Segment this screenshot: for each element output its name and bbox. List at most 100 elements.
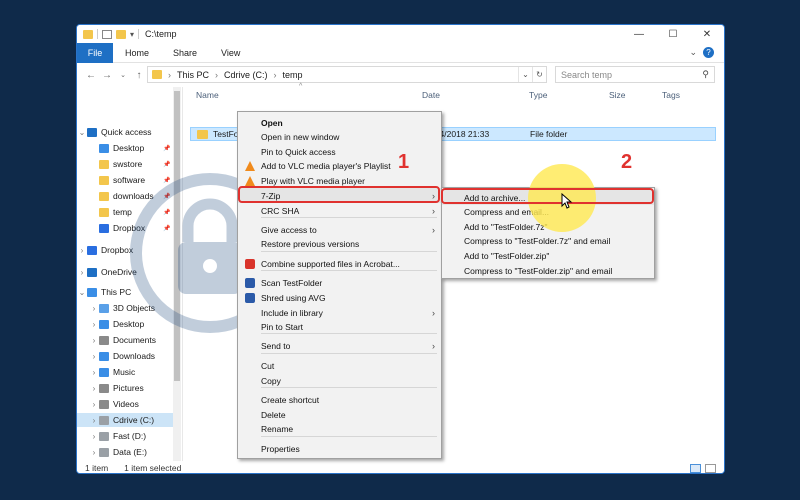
sidebar-item-data-e[interactable]: › Data (E:) [77,445,173,459]
sidebar-item-this-pc[interactable]: ⌄ This PC [77,285,173,299]
sidebar-scrollbar[interactable] [173,87,181,461]
menu-item-pin-to-start[interactable]: Pin to Start [238,319,441,334]
chevron-icon[interactable]: › [89,384,99,393]
sidebar-item-temp[interactable]: temp 📌 [77,205,173,219]
pin-icon: 📌 [163,161,171,168]
sidebar-item-quick-access[interactable]: ⌄ Quick access [77,125,173,139]
column-tags[interactable]: Tags [662,90,680,100]
address-bar[interactable]: › This PC › Cdrive (C:) › temp ⌄ ↻ [147,66,547,83]
chevron-icon[interactable]: › [89,400,99,409]
chevron-icon[interactable]: ⌄ [77,128,87,137]
menu-item-scan-testfolder[interactable]: Scan TestFolder [238,275,441,290]
breadcrumb-this-pc[interactable]: This PC [177,70,209,80]
forward-arrow-icon[interactable]: → [99,70,115,81]
submenu-item-label: Compress to "TestFolder.zip" and email [464,265,613,276]
sidebar-item-onedrive[interactable]: › OneDrive [77,265,173,279]
sidebar-item-downloads[interactable]: downloads 📌 [77,189,173,203]
menu-item-pin-to-quick-access[interactable]: Pin to Quick access [238,144,441,159]
address-dropdown-icon[interactable]: ⌄ [518,67,532,82]
help-icon[interactable]: ? [703,47,714,58]
sidebar-item-label: software [113,175,146,185]
submenu-arrow-icon: › [432,224,435,235]
sidebar-item-cdrive-c[interactable]: › Cdrive (C:) [77,413,173,427]
sidebar-item-desktop[interactable]: Desktop 📌 [77,141,173,155]
documents-icon [99,335,109,345]
chevron-icon[interactable]: › [89,336,99,345]
large-icons-view-icon[interactable] [705,463,716,473]
menu-item-rename[interactable]: Rename [238,421,441,436]
sidebar-item-label: swstore [113,159,143,169]
sidebar-item-videos[interactable]: › Videos [77,397,173,411]
column-type[interactable]: Type [529,90,547,100]
sidebar-item-3d-objects[interactable]: › 3D Objects [77,301,173,315]
menu-item-combine-supported-files-in-acrobat[interactable]: Combine supported files in Acrobat... [238,256,441,271]
pin-icon: 📌 [163,209,171,216]
close-button[interactable]: ✕ [690,25,724,43]
customize-qat-icon[interactable]: ▾ [130,30,134,39]
back-arrow-icon[interactable]: ← [83,70,99,81]
pin-icon: 📌 [163,225,171,232]
search-input[interactable]: Search temp ⚲ [555,66,715,83]
sidebar-item-downloads[interactable]: › Downloads [77,349,173,363]
refresh-icon[interactable]: ↻ [532,67,546,82]
menu-item-cut[interactable]: Cut [238,358,441,373]
column-date[interactable]: Date [422,90,440,100]
sidebar-item-dropbox[interactable]: › Dropbox [77,243,173,257]
menu-separator [261,270,437,271]
properties-icon[interactable] [102,29,112,39]
menu-item-open[interactable]: Open [238,115,441,130]
selection-count: 1 item selected [124,463,182,473]
sidebar-item-desktop[interactable]: › Desktop [77,317,173,331]
sidebar-item-software[interactable]: software 📌 [77,173,173,187]
menu-item-add-to-vlc-media-player-s-playlist[interactable]: Add to VLC media player's Playlist [238,158,441,173]
sidebar-item-label: Dropbox [113,223,146,233]
breadcrumb-cdrive[interactable]: Cdrive (C:) [224,70,268,80]
menu-item-copy[interactable]: Copy [238,373,441,388]
expand-ribbon-icon[interactable]: ⌄ [689,47,697,58]
maximize-button[interactable]: ☐ [656,25,690,43]
chevron-icon[interactable]: › [89,416,99,425]
menu-item-shred-using-avg[interactable]: Shred using AVG [238,290,441,305]
menu-item-send-to[interactable]: Send to › [238,338,441,353]
up-arrow-icon[interactable]: ↑ [131,70,147,81]
chevron-icon[interactable]: › [89,352,99,361]
tab-file[interactable]: File [77,42,113,63]
sidebar-item-documents[interactable]: › Documents [77,333,173,347]
folder-icon[interactable] [83,29,93,39]
menu-item-properties[interactable]: Properties [238,441,441,456]
sidebar-item-dropbox[interactable]: Dropbox 📌 [77,221,173,235]
menu-item-give-access-to[interactable]: Give access to › [238,222,441,237]
new-folder-icon[interactable] [116,29,126,39]
chevron-icon[interactable]: › [89,320,99,329]
submenu-item-compress-to-testfolder-zip-and-email[interactable]: Compress to "TestFolder.zip" and email [442,263,654,278]
column-name[interactable]: Name [196,90,219,100]
chevron-icon[interactable]: › [89,368,99,377]
chevron-icon[interactable]: › [89,448,99,457]
tab-view[interactable]: View [209,48,252,58]
minimize-button[interactable]: — [622,25,656,43]
sidebar-item-swstore[interactable]: swstore 📌 [77,157,173,171]
chevron-icon[interactable]: › [77,246,87,255]
submenu-item-add-to-testfolder-zip[interactable]: Add to "TestFolder.zip" [442,248,654,263]
sidebar-item-music[interactable]: › Music [77,365,173,379]
chevron-icon[interactable]: ⌄ [77,288,87,297]
dropbox-icon [87,245,97,255]
breadcrumb-temp[interactable]: temp [283,70,303,80]
sidebar-item-fast-d[interactable]: › Fast (D:) [77,429,173,443]
chevron-icon[interactable]: › [89,432,99,441]
sidebar-item-pictures[interactable]: › Pictures [77,381,173,395]
recent-locations-icon[interactable]: ⌄ [115,71,131,79]
tab-share[interactable]: Share [161,48,209,58]
menu-item-create-shortcut[interactable]: Create shortcut [238,392,441,407]
submenu-item-compress-to-testfolder-7z-and-email[interactable]: Compress to "TestFolder.7z" and email [442,234,654,249]
menu-item-include-in-library[interactable]: Include in library › [238,305,441,320]
menu-item-restore-previous-versions[interactable]: Restore previous versions [238,236,441,251]
menu-item-open-in-new-window[interactable]: Open in new window [238,129,441,144]
chevron-icon[interactable]: › [89,304,99,313]
menu-item-crc-sha[interactable]: CRC SHA › [238,203,441,218]
chevron-icon[interactable]: › [77,268,87,277]
column-size[interactable]: Size [609,90,626,100]
details-view-icon[interactable] [690,463,701,473]
tab-home[interactable]: Home [113,48,161,58]
menu-item-delete[interactable]: Delete [238,407,441,422]
